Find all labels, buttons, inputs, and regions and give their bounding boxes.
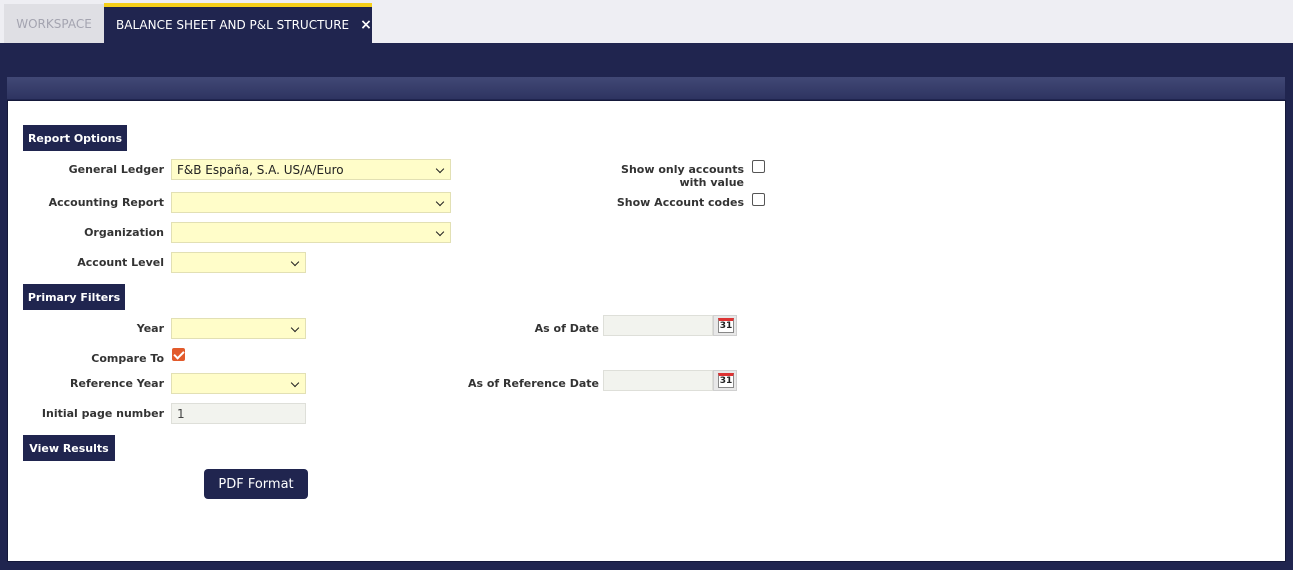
year-select[interactable] <box>171 318 306 339</box>
organization-label: Organization <box>84 226 164 239</box>
chevron-down-icon <box>290 257 300 267</box>
chevron-down-icon <box>290 378 300 388</box>
chevron-down-icon <box>435 227 445 237</box>
show-account-codes-checkbox[interactable] <box>752 193 765 206</box>
as-of-reference-date-calendar-button[interactable]: 31 <box>713 370 737 391</box>
chevron-down-icon <box>435 197 445 207</box>
accounting-report-label: Accounting Report <box>48 196 164 209</box>
report-form-panel: Report Options General Ledger F&B España… <box>7 100 1286 562</box>
year-label: Year <box>136 322 164 335</box>
general-ledger-label: General Ledger <box>68 163 164 176</box>
pdf-format-button[interactable]: PDF Format <box>204 469 308 499</box>
tab-bar: WORKSPACE BALANCE SHEET AND P&L STRUCTUR… <box>0 0 1293 43</box>
report-options-section-button[interactable]: Report Options <box>23 125 127 151</box>
as-of-date-input[interactable] <box>603 315 713 336</box>
show-only-accounts-checkbox[interactable] <box>752 160 765 173</box>
as-of-reference-date-label: As of Reference Date <box>467 377 599 390</box>
general-ledger-value: F&B España, S.A. US/A/Euro <box>177 162 344 177</box>
account-level-label: Account Level <box>77 256 164 269</box>
account-level-select[interactable] <box>171 252 306 273</box>
reference-year-select[interactable] <box>171 373 306 394</box>
chevron-down-icon <box>435 164 445 174</box>
view-results-section-button[interactable]: View Results <box>23 435 115 461</box>
close-icon[interactable]: × <box>360 17 372 33</box>
as-of-date-calendar-button[interactable]: 31 <box>713 315 737 336</box>
tab-workspace-label: WORKSPACE <box>16 16 92 31</box>
compare-to-checkbox[interactable] <box>172 348 185 361</box>
show-only-accounts-label: Show only accounts with value <box>568 163 744 189</box>
tab-workspace[interactable]: WORKSPACE <box>4 4 104 43</box>
general-ledger-select[interactable]: F&B España, S.A. US/A/Euro <box>171 159 451 180</box>
compare-to-label: Compare To <box>91 352 164 365</box>
show-only-accounts-label-line2: with value <box>679 176 744 189</box>
show-account-codes-label: Show Account codes <box>616 196 744 209</box>
chevron-down-icon <box>290 323 300 333</box>
tab-balance-sheet[interactable]: BALANCE SHEET AND P&L STRUCTURE × <box>104 3 372 43</box>
as-of-date-label: As of Date <box>534 322 599 335</box>
organization-select[interactable] <box>171 222 451 243</box>
show-only-accounts-label-line1: Show only accounts <box>621 163 744 176</box>
as-of-reference-date-input[interactable] <box>603 370 713 391</box>
tab-balance-sheet-label: BALANCE SHEET AND P&L STRUCTURE <box>116 18 350 32</box>
initial-page-number-input[interactable]: 1 <box>171 403 306 424</box>
reference-year-label: Reference Year <box>70 377 164 390</box>
accounting-report-select[interactable] <box>171 192 451 213</box>
toolbar-strip <box>7 77 1285 99</box>
primary-filters-section-button[interactable]: Primary Filters <box>23 284 125 310</box>
calendar-icon: 31 <box>718 373 734 388</box>
calendar-icon: 31 <box>718 318 734 333</box>
initial-page-number-label: Initial page number <box>41 407 164 420</box>
